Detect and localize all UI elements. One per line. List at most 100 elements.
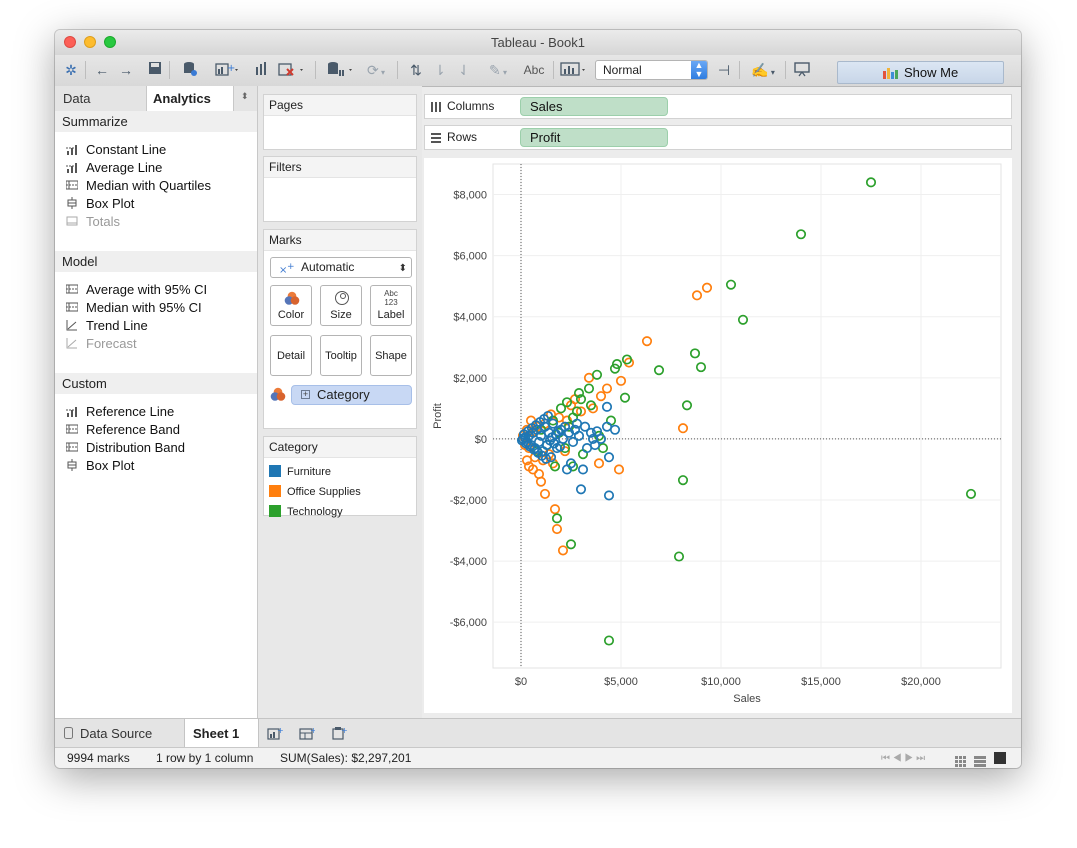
analytics-item-reference-line[interactable]: Reference Line [66,403,174,421]
save-icon[interactable] [147,61,163,79]
annotate-icon[interactable]: ✍ ▾ [747,61,779,79]
app-window: Tableau - Book1 ✲ ← → + ⟳ ▾ ⇅ ⇂ ⇃ ✎ ▾ Ab… [55,30,1021,768]
tab-data[interactable]: Data [63,86,90,111]
analytics-item-box-plot[interactable]: Box Plot [66,195,134,213]
mark-type-select[interactable]: × + Automatic ⬍ [270,257,412,278]
analytics-item-trend-line[interactable]: Trend Line [66,317,148,335]
window-title: Tableau - Book1 [491,35,585,50]
y-axis-title: Profit [432,403,444,429]
analytics-item-label: Forecast [86,336,137,351]
new-data-source-icon[interactable] [181,61,199,79]
analytics-item-label: Average Line [86,160,163,175]
tab-analytics[interactable]: Analytics [146,86,234,111]
maximize-window-button[interactable] [104,36,116,48]
pin-icon[interactable]: ⊣ [715,61,733,79]
pages-card[interactable]: Pages [263,94,417,150]
show-me-button[interactable]: Show Me [837,61,1004,84]
close-window-button[interactable] [64,36,76,48]
rows-label: Rows [447,130,478,144]
analytics-item-box-plot[interactable]: Box Plot [66,457,134,475]
automatic-marks-icon: × + [279,262,295,274]
duplicate-sheet-icon[interactable] [253,61,271,79]
columns-icon [431,102,441,112]
minimize-window-button[interactable] [84,36,96,48]
rows-shelf[interactable]: Rows Profit [424,125,1012,150]
analytics-item-icon [67,197,77,209]
data-source-tab[interactable]: Data Source [55,719,185,748]
sheet-tabs-bar: Data Source Sheet 1 + + + [55,718,1021,748]
x-tick-label: $5,000 [604,676,638,688]
analytics-item-constant-line[interactable]: Constant Line [66,141,166,159]
filmstrip-icon[interactable] [974,753,986,767]
pages-title: Pages [264,95,416,116]
y-tick-label: $0 [475,434,487,446]
analytics-item-average-with-95-ci[interactable]: Average with 95% CI [66,281,207,299]
analytics-item-icon [67,459,77,471]
expand-icon[interactable]: + [301,390,310,399]
analytics-item-icon [66,163,78,173]
scatter-plot[interactable]: $0 $5,000 $10,000 $15,000 $20,000 -$6,000 -$4,… [424,158,1012,713]
new-worksheet-tab-icon[interactable]: + [267,726,284,744]
color-icon [284,291,300,305]
tabs-view-icon[interactable] [994,752,1006,764]
new-story-icon[interactable]: + [331,726,348,744]
view-size-select[interactable]: Normal ▲ ▼ [595,60,708,80]
highlight-icon[interactable]: ✎ ▾ [483,61,513,79]
swap-axes-icon[interactable]: ⇅ [407,61,425,79]
clear-sheet-icon[interactable] [277,61,307,79]
refresh-icon[interactable]: ⟳ ▾ [361,61,391,79]
tooltip-button[interactable]: Tooltip [320,335,362,376]
analytics-item-forecast[interactable]: Forecast [66,335,137,353]
analytics-item-label: Median with 95% CI [86,300,202,315]
color-encoding-icon [270,387,286,401]
legend-item[interactable]: Furniture [269,463,331,481]
analytics-item-distribution-band[interactable]: Distribution Band [66,439,185,457]
view-area[interactable]: $0 $5,000 $10,000 $15,000 $20,000 -$6,000 -$4,… [424,158,1012,713]
fit-chart-icon[interactable] [559,61,589,79]
sort-descending-icon[interactable]: ⇃ [455,61,473,79]
new-worksheet-icon[interactable]: + [213,61,243,79]
analytics-item-icon [66,284,78,294]
pause-updates-icon[interactable] [325,61,355,79]
analytics-item-average-line[interactable]: Average Line [66,159,162,177]
label-label: Label [377,309,405,321]
status-bar: 9994 marks 1 row by 1 column SUM(Sales):… [55,747,1021,768]
show-mark-labels-icon[interactable]: Abc [521,61,547,79]
new-dashboard-icon[interactable]: + [299,726,317,744]
analytics-item-totals[interactable]: Totals [66,213,120,231]
sheet-sorter-icon[interactable] [955,753,966,767]
analytics-item-label: Constant Line [86,142,167,157]
tooltip-label: Tooltip [325,350,357,362]
redo-icon[interactable]: → [117,61,135,79]
sort-ascending-icon[interactable]: ⇂ [431,61,449,79]
sales-pill[interactable]: Sales [520,97,668,116]
columns-shelf[interactable]: Columns Sales [424,94,1012,119]
side-pane: Data Analytics ⬍ Summarize Constant Line A… [55,86,258,718]
svg-text:+: + [287,262,295,272]
label-button[interactable]: Abc 123 Label [370,285,412,326]
sheet-tab[interactable]: Sheet 1 [185,719,259,748]
analytics-item-median-with-95-ci[interactable]: Median with 95% CI [66,299,202,317]
size-button[interactable]: Size [320,285,362,326]
analytics-item-reference-band[interactable]: Reference Band [66,421,180,439]
legend-item[interactable]: Office Supplies [269,483,361,501]
analytics-item-label: Totals [86,214,120,229]
svg-text:+: + [277,726,283,735]
legend-item[interactable]: Technology [269,503,343,521]
filters-card[interactable]: Filters [263,156,417,222]
tableau-logo-icon[interactable]: ✲ [63,61,79,79]
presentation-mode-icon[interactable] [793,61,811,79]
shape-button[interactable]: Shape [370,335,412,376]
profit-pill[interactable]: Profit [520,128,668,147]
analytics-item-median-with-quartiles[interactable]: Median with Quartiles [66,177,211,195]
category-color-pill[interactable]: + Category [291,385,412,405]
y-tick-label: -$2,000 [450,495,487,507]
sheet-navigation-icon[interactable]: ⏮ ◀ ▶ ⏭ [881,748,925,768]
analytics-item-label: Box Plot [86,196,135,211]
pane-menu-icon[interactable]: ⬍ [241,91,249,102]
undo-icon[interactable]: ← [93,61,111,79]
detail-button[interactable]: Detail [270,335,312,376]
legend-swatch [269,505,281,517]
x-tick-label: $20,000 [901,676,941,688]
color-button[interactable]: Color [270,285,312,326]
